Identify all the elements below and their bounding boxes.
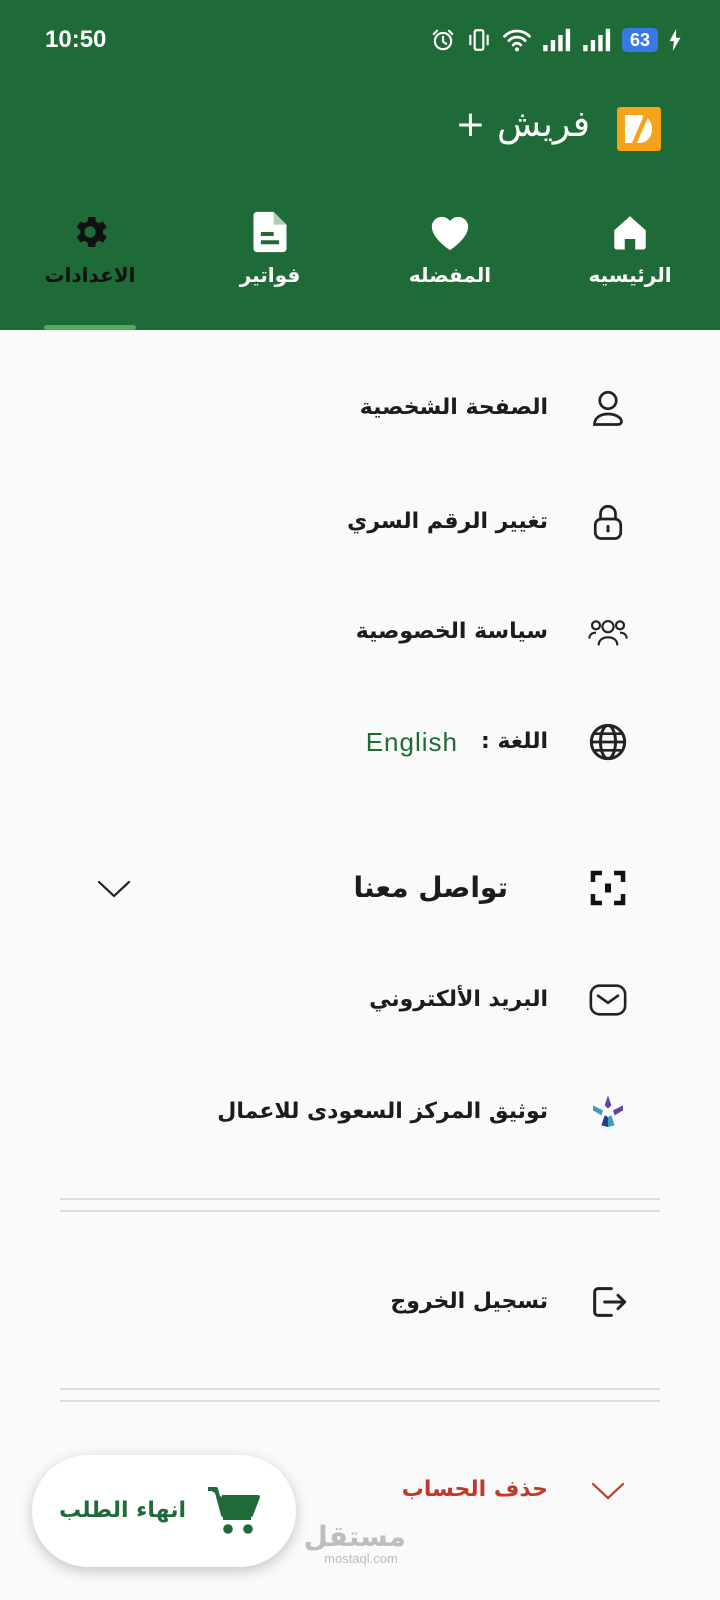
wifi-icon [503,29,531,52]
divider [60,1388,660,1390]
tab-settings-label: الاعدادات [44,263,136,287]
lock-icon [593,504,623,540]
users-icon [588,620,628,646]
battery-level: 63 [621,28,658,52]
mail-icon [589,984,627,1016]
divider [60,1400,660,1402]
watermark-latin: mostaql.com [324,1551,398,1566]
app-logo [617,107,661,151]
divider [60,1198,660,1200]
saudi-business-center-logo-icon [593,1095,623,1127]
settings-item-language[interactable]: اللغة : English [0,702,720,782]
status-time: 10:50 [45,26,107,53]
tab-home-label: الرئيسيه [588,263,672,287]
settings-item-label: حذف الحساب [401,1477,548,1502]
settings-item-email[interactable]: البريد الألكتروني [0,960,720,1040]
app-title: فريش + [455,104,590,145]
user-icon [593,390,623,426]
tab-favorites-label: المفضله [408,263,492,287]
tab-settings[interactable]: الاعدادات [20,205,160,325]
alarm-icon [432,29,454,51]
settings-item-label: تواصل معنا [353,871,508,904]
settings-item-label: تغيير الرقم السري [347,509,548,534]
heart-icon [431,216,469,251]
scan-frame-icon [590,870,626,906]
settings-item-saudi-center[interactable]: توثيق المركز السعودى للاعمال [0,1072,720,1152]
settings-item-privacy-policy[interactable]: سياسة الخصوصية [0,592,720,672]
active-tab-indicator [44,325,136,330]
tab-invoices[interactable]: فواتير [200,205,340,325]
divider [60,1210,660,1212]
tab-home[interactable]: الرئيسيه [560,205,700,325]
watermark-arabic: مستقل [303,1520,406,1553]
settings-item-change-password[interactable]: تغيير الرقم السري [0,482,720,562]
globe-icon [589,723,627,761]
watermark: مستقل mostaql.com [303,1520,406,1566]
settings-item-label: الصفحة الشخصية [359,395,548,420]
app-header: 10:50 63 فريش + الرئيسيه المفضله فواتير … [0,0,720,330]
signal-icon [583,28,611,52]
tab-invoices-label: فواتير [239,263,301,287]
charging-icon [669,29,681,51]
signal-icon [543,28,571,52]
status-icons: 63 [430,24,682,56]
finish-order-button[interactable]: انهاء الطلب [32,1455,296,1567]
document-icon [253,211,287,253]
logout-icon [593,1287,627,1317]
cart-icon [208,1487,260,1534]
settings-item-label: البريد الألكتروني [369,987,548,1012]
chevron-down-icon[interactable] [94,874,134,904]
vibrate-icon [469,29,489,51]
settings-item-label: سياسة الخصوصية [355,619,548,644]
settings-item-contact-us[interactable]: تواصل معنا [0,848,720,928]
settings-item-logout[interactable]: تسجيل الخروج [0,1262,720,1342]
language-value[interactable]: English [366,720,458,764]
settings-item-label: تسجيل الخروج [390,1289,548,1314]
language-label: اللغة : [481,729,548,754]
gear-icon [76,216,107,248]
home-icon [614,216,646,250]
settings-item-label: توثيق المركز السعودى للاعمال [217,1099,548,1124]
settings-item-profile[interactable]: الصفحة الشخصية [0,368,720,448]
chevron-down-icon [588,1476,628,1506]
tab-favorites[interactable]: المفضله [380,205,520,325]
finish-order-label: انهاء الطلب [59,1498,186,1523]
